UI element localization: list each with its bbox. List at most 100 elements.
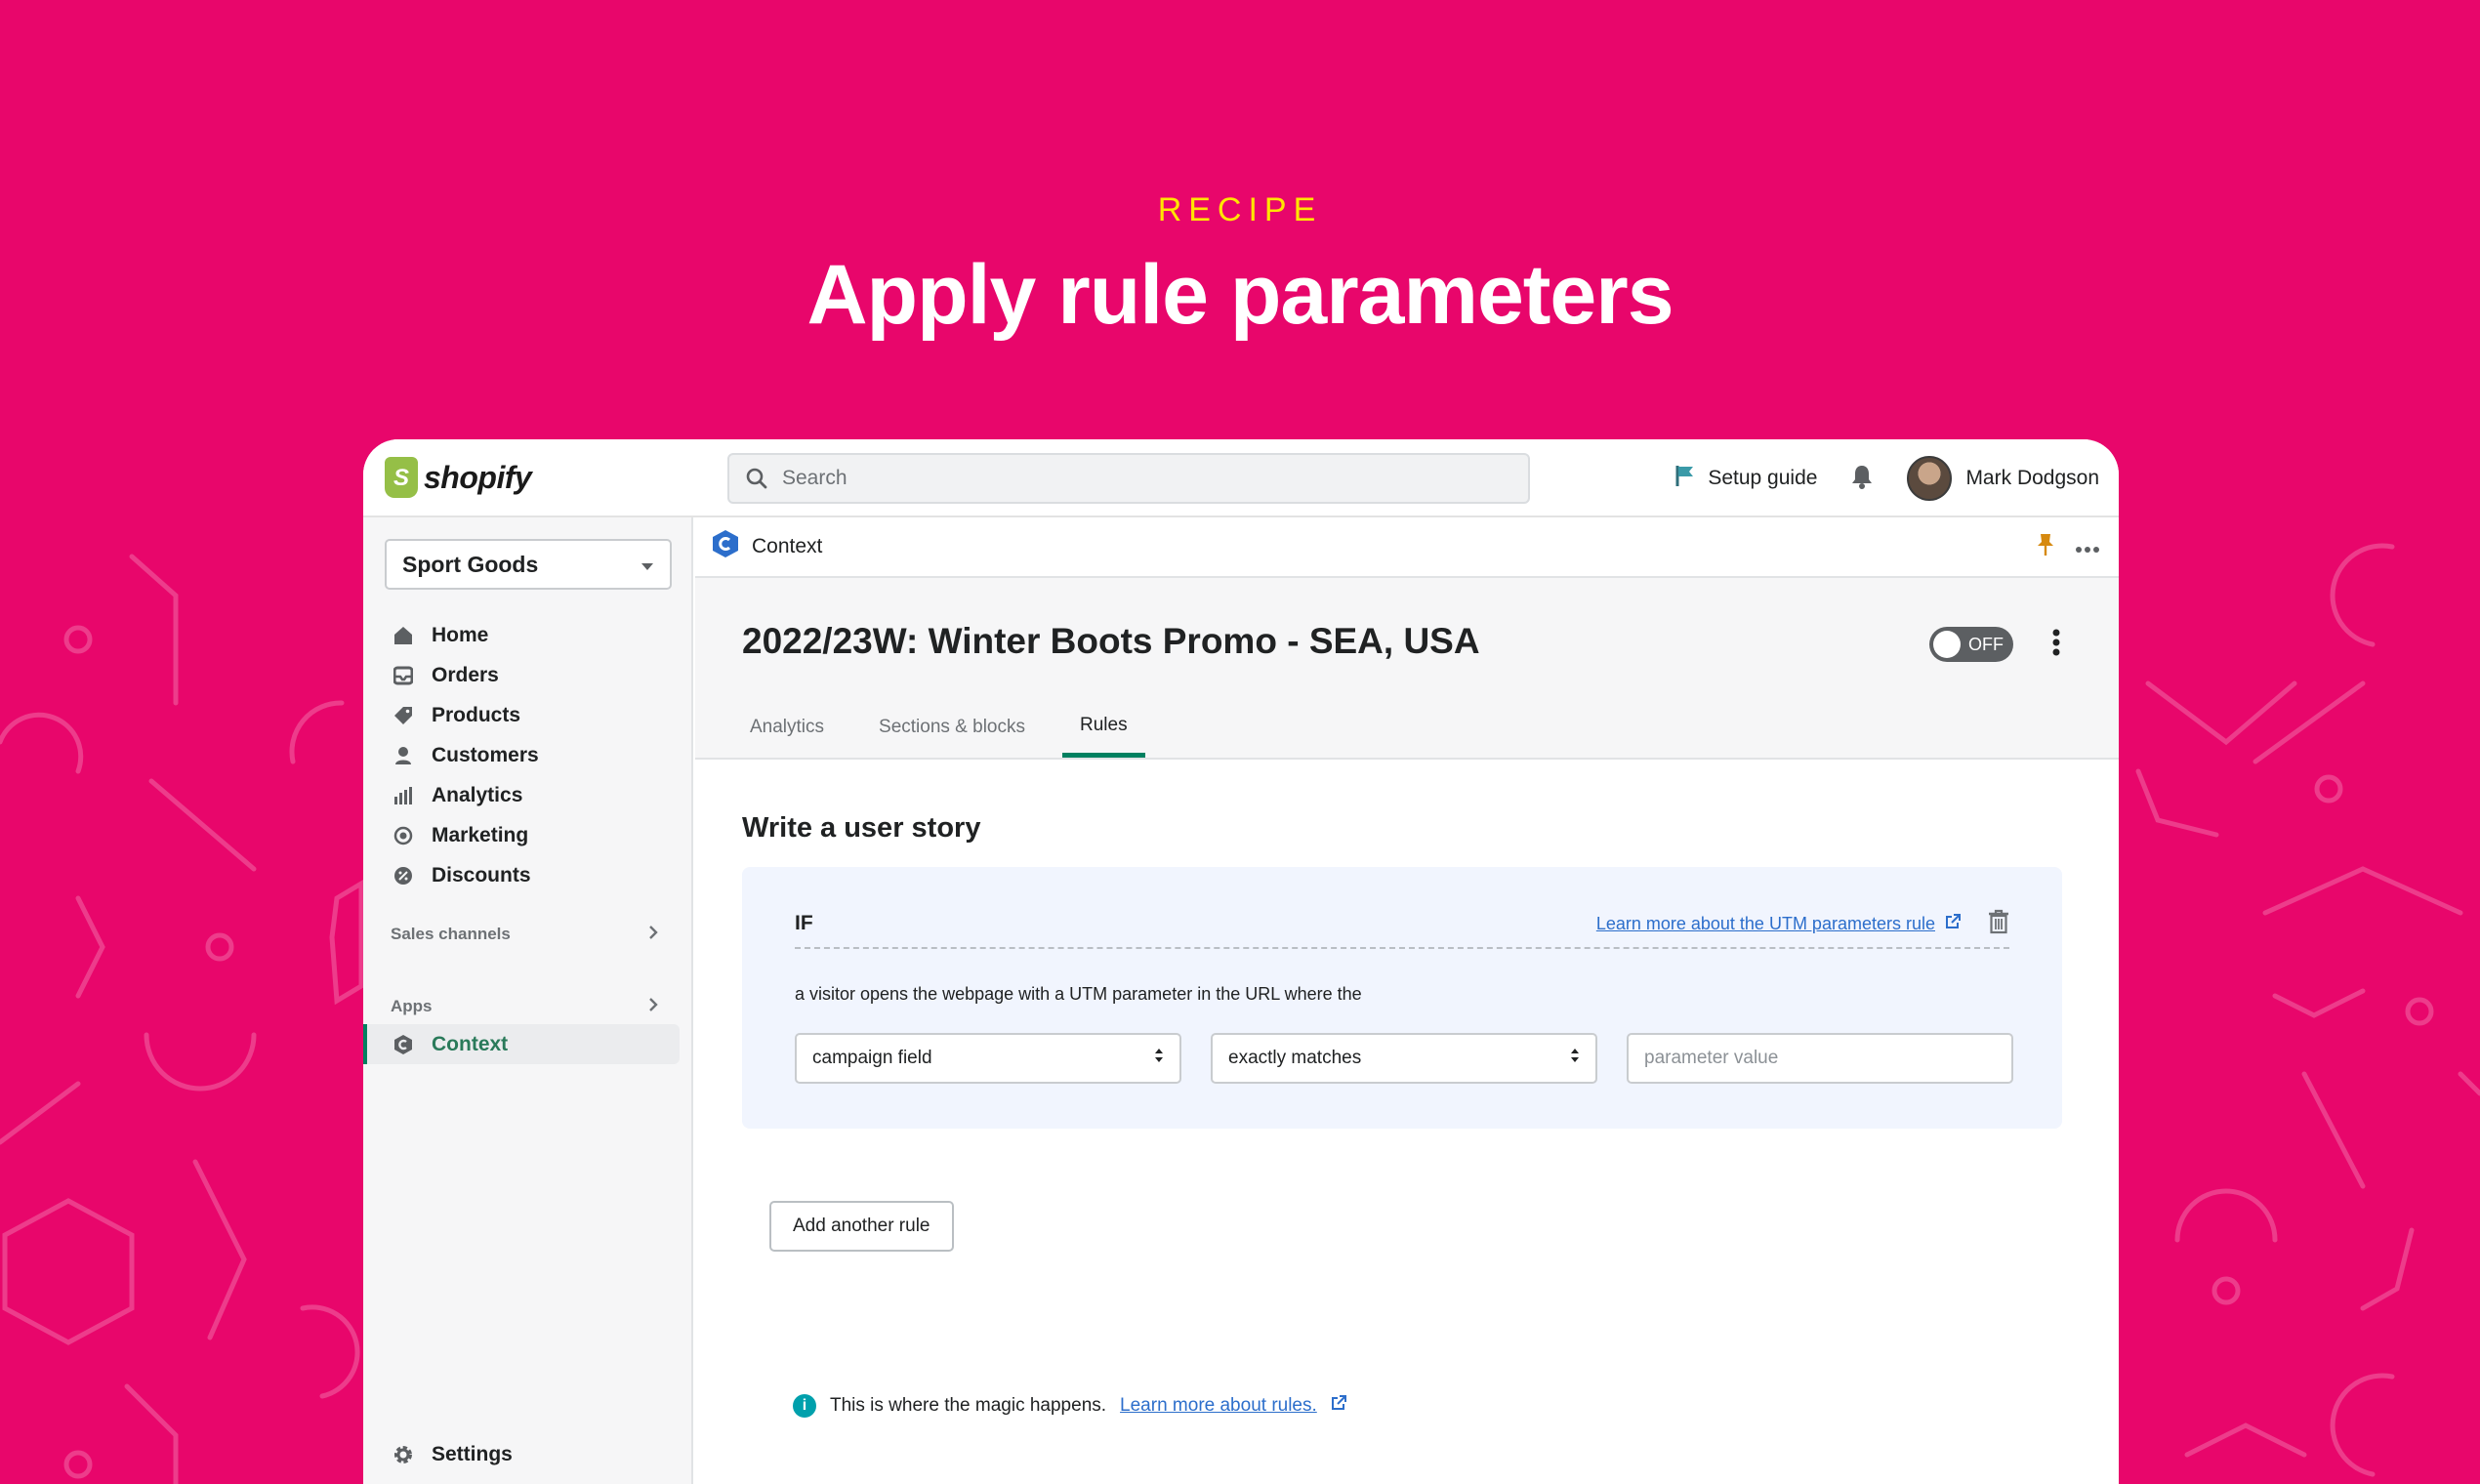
sidebar-item-label: Settings bbox=[432, 1442, 513, 1465]
setup-guide-label: Setup guide bbox=[1708, 467, 1818, 489]
field-select[interactable]: campaign field bbox=[795, 1033, 1181, 1084]
main-content: Context 2022/23W: Winter Boots Promo - S… bbox=[695, 517, 2119, 1484]
operator-select[interactable]: exactly matches bbox=[1211, 1033, 1597, 1084]
flag-icon bbox=[1674, 464, 1696, 493]
status-toggle[interactable]: OFF bbox=[1929, 627, 2013, 662]
select-arrows-icon bbox=[1570, 1048, 1580, 1069]
sidebar-item-label: Products bbox=[432, 703, 521, 726]
add-another-rule-button[interactable]: Add another rule bbox=[769, 1201, 954, 1252]
rule-fields: campaign field exactly matches bbox=[795, 1033, 2013, 1084]
sidebar-nav: Home Orders Products Customers Analytics… bbox=[363, 615, 691, 1064]
app-name: Context bbox=[752, 535, 823, 557]
operator-select-value: exactly matches bbox=[1228, 1048, 1362, 1068]
sidebar-item-marketing[interactable]: Marketing bbox=[363, 815, 691, 855]
user-name: Mark Dodgson bbox=[1965, 467, 2099, 489]
sidebar-item-analytics[interactable]: Analytics bbox=[363, 775, 691, 815]
pin-icon[interactable] bbox=[2037, 533, 2054, 562]
topbar-actions: Setup guide Mark Dodgson bbox=[1674, 439, 2099, 517]
search-bar[interactable] bbox=[727, 453, 1530, 504]
toggle-knob bbox=[1933, 631, 1961, 658]
logo-text: shopify bbox=[424, 459, 532, 495]
sidebar-item-label: Analytics bbox=[432, 783, 523, 806]
caret-down-icon bbox=[641, 552, 654, 578]
section-title: Write a user story bbox=[742, 812, 981, 844]
shopify-logo[interactable]: shopify bbox=[385, 457, 532, 498]
info-icon: i bbox=[793, 1394, 816, 1418]
toggle-label: OFF bbox=[1968, 634, 2004, 654]
shopify-bag-icon bbox=[385, 457, 418, 498]
sidebar-settings: Settings bbox=[363, 1434, 691, 1474]
sidebar-section-apps[interactable]: Apps bbox=[363, 989, 691, 1024]
sidebar-item-label: Orders bbox=[432, 663, 499, 686]
user-menu[interactable]: Mark Dodgson bbox=[1907, 456, 2099, 501]
discount-icon bbox=[393, 865, 414, 886]
page-tabs: Analytics Sections & blocks Rules bbox=[732, 697, 1165, 758]
tag-icon bbox=[393, 705, 414, 726]
store-name: Sport Goods bbox=[402, 551, 539, 577]
avatar bbox=[1907, 456, 1953, 501]
sidebar-item-home[interactable]: Home bbox=[363, 615, 691, 655]
trash-icon[interactable] bbox=[1988, 909, 2009, 939]
page-header: 2022/23W: Winter Boots Promo - SEA, USA … bbox=[695, 578, 2119, 760]
select-arrows-icon bbox=[1154, 1048, 1164, 1069]
external-link-icon bbox=[1331, 1395, 1346, 1417]
more-horizontal-icon[interactable] bbox=[2076, 536, 2099, 559]
app-window: shopify Setup guide Mark Dodgson bbox=[363, 439, 2119, 1484]
hero-eyebrow: RECIPE bbox=[1157, 191, 1323, 228]
if-label: IF bbox=[795, 912, 813, 934]
bell-icon[interactable] bbox=[1850, 464, 1874, 494]
tab-analytics[interactable]: Analytics bbox=[732, 697, 842, 758]
apps-label: Apps bbox=[391, 997, 433, 1015]
tab-rules[interactable]: Rules bbox=[1062, 697, 1145, 758]
sidebar-item-context[interactable]: Context bbox=[363, 1024, 680, 1064]
tab-sections-blocks[interactable]: Sections & blocks bbox=[861, 697, 1043, 758]
sidebar-item-orders[interactable]: Orders bbox=[363, 655, 691, 695]
learn-more-label: Learn more about the UTM parameters rule bbox=[1595, 913, 1935, 933]
top-bar: shopify Setup guide Mark Dodgson bbox=[363, 439, 2119, 517]
gear-icon bbox=[393, 1444, 414, 1465]
orders-icon bbox=[393, 665, 414, 686]
footer-note: i This is where the magic happens. Learn… bbox=[793, 1394, 1346, 1418]
appbar-actions bbox=[2037, 517, 2099, 578]
context-logo-icon bbox=[711, 529, 740, 564]
learn-more-rules-link[interactable]: Learn more about rules. bbox=[1120, 1395, 1317, 1417]
sidebar: Sport Goods Home Orders Products Custome… bbox=[363, 517, 693, 1484]
external-link-icon bbox=[1945, 913, 1961, 934]
sidebar-item-label: Marketing bbox=[432, 823, 529, 846]
rule-card: IF Learn more about the UTM parameters r… bbox=[742, 867, 2062, 1129]
sidebar-item-label: Discounts bbox=[432, 863, 531, 886]
sidebar-section-sales-channels[interactable]: Sales channels bbox=[363, 917, 691, 952]
sidebar-item-settings[interactable]: Settings bbox=[363, 1434, 691, 1474]
field-select-value: campaign field bbox=[812, 1048, 932, 1068]
rule-header: IF Learn more about the UTM parameters r… bbox=[795, 900, 2009, 949]
search-input[interactable] bbox=[782, 467, 1466, 490]
chevron-right-icon bbox=[648, 997, 658, 1017]
hero-title: Apply rule parameters bbox=[806, 248, 1674, 342]
footer-note-text: This is where the magic happens. bbox=[830, 1395, 1107, 1416]
context-app-icon bbox=[393, 1034, 414, 1055]
more-vertical-icon[interactable] bbox=[2052, 629, 2060, 661]
search-icon bbox=[745, 467, 768, 490]
app-bar: Context bbox=[695, 517, 2119, 578]
person-icon bbox=[393, 745, 414, 766]
bar-chart-icon bbox=[393, 785, 414, 806]
parameter-value-input[interactable] bbox=[1627, 1033, 2013, 1084]
page-title: 2022/23W: Winter Boots Promo - SEA, USA bbox=[742, 621, 1480, 661]
sidebar-item-label: Customers bbox=[432, 743, 539, 766]
chevron-right-icon bbox=[648, 925, 658, 945]
setup-guide-button[interactable]: Setup guide bbox=[1674, 464, 1817, 493]
learn-more-utm-link[interactable]: Learn more about the UTM parameters rule bbox=[1595, 913, 1961, 934]
hero-header: RECIPE Apply rule parameters bbox=[0, 191, 2480, 344]
sidebar-item-products[interactable]: Products bbox=[363, 695, 691, 735]
rule-description: a visitor opens the webpage with a UTM p… bbox=[795, 984, 1362, 1004]
sidebar-item-label: Context bbox=[432, 1032, 509, 1055]
sales-channels-label: Sales channels bbox=[391, 925, 511, 943]
rule-header-actions: Learn more about the UTM parameters rule bbox=[1596, 909, 2009, 939]
home-icon bbox=[393, 625, 414, 646]
store-selector[interactable]: Sport Goods bbox=[385, 539, 672, 590]
sidebar-item-discounts[interactable]: Discounts bbox=[363, 855, 691, 895]
sidebar-item-customers[interactable]: Customers bbox=[363, 735, 691, 775]
target-icon bbox=[393, 825, 414, 846]
